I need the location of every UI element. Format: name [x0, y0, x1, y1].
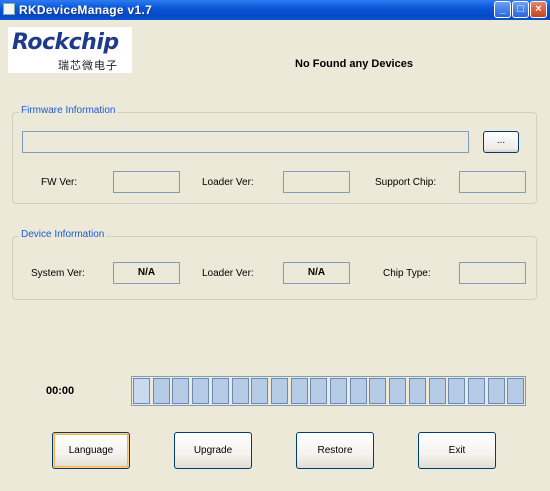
main-window: RKDeviceManage v1.7 _ □ × Rockchip 瑞芯微电子… [0, 0, 550, 491]
rockchip-logo: Rockchip 瑞芯微电子 [8, 27, 132, 73]
device-group-title: Device Information [19, 229, 107, 240]
exit-button[interactable]: Exit [418, 432, 496, 469]
system-ver-value: N/A [137, 267, 156, 278]
window-title: RKDeviceManage v1.7 [19, 3, 153, 17]
device-status: No Found any Devices [295, 58, 413, 70]
device-loader-ver-value: N/A [307, 267, 326, 278]
progress-segment [408, 378, 426, 404]
progress-segment [152, 378, 170, 404]
device-loader-ver-field: N/A [283, 262, 350, 284]
firmware-group-title: Firmware Information [19, 105, 118, 116]
progress-segment [270, 378, 288, 404]
progress-segment [290, 378, 308, 404]
chip-type-label: Chip Type: [383, 268, 431, 279]
app-icon [3, 3, 15, 15]
progress-segment [507, 378, 525, 404]
maximize-icon[interactable]: □ [512, 1, 529, 18]
progress-segment [448, 378, 466, 404]
system-ver-field: N/A [113, 262, 180, 284]
fw-ver-field [113, 171, 180, 193]
close-icon[interactable]: × [530, 1, 547, 18]
logo-subtitle: 瑞芯微电子 [58, 60, 118, 72]
fw-ver-label: FW Ver: [41, 177, 78, 188]
progress-segment [172, 378, 190, 404]
progress-segment [349, 378, 367, 404]
progress-segment [310, 378, 328, 404]
system-ver-label: System Ver: [31, 268, 85, 279]
progress-segment [251, 378, 269, 404]
progress-segment [330, 378, 347, 404]
browse-button[interactable]: ... [483, 131, 519, 153]
progress-segment [389, 378, 407, 404]
progress-segment [231, 378, 249, 404]
minimize-icon[interactable]: _ [494, 1, 511, 18]
language-button[interactable]: Language [52, 432, 130, 469]
upgrade-button[interactable]: Upgrade [174, 432, 252, 469]
progress-bar [131, 376, 526, 406]
progress-segment [211, 378, 229, 404]
logo-brand: Rockchip [12, 30, 119, 55]
progress-segment [133, 378, 150, 404]
elapsed-time: 00:00 [46, 385, 75, 397]
restore-button[interactable]: Restore [296, 432, 374, 469]
support-chip-label: Support Chip: [375, 177, 437, 188]
progress-segment [369, 378, 387, 404]
progress-segment [487, 378, 505, 404]
fw-loader-ver-field [283, 171, 350, 193]
chip-type-field [459, 262, 526, 284]
firmware-path-field[interactable] [22, 131, 469, 153]
title-bar[interactable]: RKDeviceManage v1.7 _ □ × [0, 0, 550, 20]
fw-loader-ver-label: Loader Ver: [202, 177, 254, 188]
progress-segment [467, 378, 485, 404]
progress-segment [192, 378, 210, 404]
progress-segment [428, 378, 446, 404]
support-chip-field [459, 171, 526, 193]
device-loader-ver-label: Loader Ver: [202, 268, 254, 279]
